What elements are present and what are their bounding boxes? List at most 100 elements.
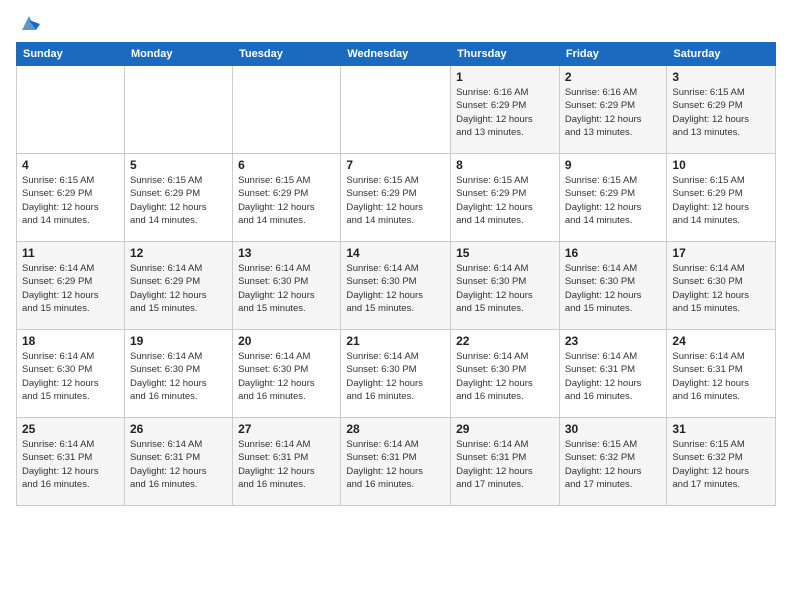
calendar-cell: 14 Sunrise: 6:14 AM Sunset: 6:30 PM Dayli… [341,242,451,330]
calendar-cell: 6 Sunrise: 6:15 AM Sunset: 6:29 PM Daylig… [233,154,341,242]
day-info: Sunrise: 6:16 AM Sunset: 6:29 PM Dayligh… [565,86,662,139]
day-number: 10 [672,158,770,172]
day-info: Sunrise: 6:15 AM Sunset: 6:29 PM Dayligh… [238,174,335,227]
day-info: Sunrise: 6:15 AM Sunset: 6:29 PM Dayligh… [22,174,119,227]
day-number: 25 [22,422,119,436]
day-info: Sunrise: 6:14 AM Sunset: 6:30 PM Dayligh… [672,262,770,315]
day-number: 21 [346,334,445,348]
day-info: Sunrise: 6:15 AM Sunset: 6:29 PM Dayligh… [130,174,227,227]
calendar-cell: 25 Sunrise: 6:14 AM Sunset: 6:31 PM Dayli… [17,418,125,506]
day-number: 28 [346,422,445,436]
day-number: 29 [456,422,554,436]
day-number: 1 [456,70,554,84]
day-number: 20 [238,334,335,348]
day-info: Sunrise: 6:15 AM Sunset: 6:29 PM Dayligh… [456,174,554,227]
day-info: Sunrise: 6:14 AM Sunset: 6:29 PM Dayligh… [22,262,119,315]
calendar-cell: 2 Sunrise: 6:16 AM Sunset: 6:29 PM Daylig… [559,66,667,154]
calendar-week-row: 1 Sunrise: 6:16 AM Sunset: 6:29 PM Daylig… [17,66,776,154]
calendar-cell: 20 Sunrise: 6:14 AM Sunset: 6:30 PM Dayli… [233,330,341,418]
calendar-cell: 29 Sunrise: 6:14 AM Sunset: 6:31 PM Dayli… [451,418,560,506]
calendar-week-row: 11 Sunrise: 6:14 AM Sunset: 6:29 PM Dayli… [17,242,776,330]
calendar-cell: 7 Sunrise: 6:15 AM Sunset: 6:29 PM Daylig… [341,154,451,242]
calendar-cell: 10 Sunrise: 6:15 AM Sunset: 6:29 PM Dayli… [667,154,776,242]
day-info: Sunrise: 6:15 AM Sunset: 6:29 PM Dayligh… [672,174,770,227]
day-info: Sunrise: 6:14 AM Sunset: 6:30 PM Dayligh… [238,350,335,403]
calendar-cell: 9 Sunrise: 6:15 AM Sunset: 6:29 PM Daylig… [559,154,667,242]
day-number: 16 [565,246,662,260]
logo [16,12,40,34]
header [16,12,776,34]
calendar-cell [233,66,341,154]
calendar-cell: 11 Sunrise: 6:14 AM Sunset: 6:29 PM Dayli… [17,242,125,330]
calendar-cell: 4Sunrise: 6:15 AM Sunset: 6:29 PM Daylig… [17,154,125,242]
day-number: 8 [456,158,554,172]
day-info: Sunrise: 6:14 AM Sunset: 6:30 PM Dayligh… [456,262,554,315]
day-number: 13 [238,246,335,260]
day-number: 9 [565,158,662,172]
calendar-cell: 28Sunrise: 6:14 AM Sunset: 6:31 PM Dayli… [341,418,451,506]
day-number: 17 [672,246,770,260]
calendar-cell: 21 Sunrise: 6:14 AM Sunset: 6:30 PM Dayli… [341,330,451,418]
day-info: Sunrise: 6:15 AM Sunset: 6:32 PM Dayligh… [565,438,662,491]
day-number: 31 [672,422,770,436]
calendar-cell: 18Sunrise: 6:14 AM Sunset: 6:30 PM Dayli… [17,330,125,418]
day-info: Sunrise: 6:14 AM Sunset: 6:30 PM Dayligh… [130,350,227,403]
calendar-cell: 23Sunrise: 6:14 AM Sunset: 6:31 PM Dayli… [559,330,667,418]
day-number: 18 [22,334,119,348]
calendar-cell: 22 Sunrise: 6:14 AM Sunset: 6:30 PM Dayli… [451,330,560,418]
calendar-cell: 16 Sunrise: 6:14 AM Sunset: 6:30 PM Dayli… [559,242,667,330]
calendar-cell: 30 Sunrise: 6:15 AM Sunset: 6:32 PM Dayli… [559,418,667,506]
calendar-cell: 19 Sunrise: 6:14 AM Sunset: 6:30 PM Dayli… [124,330,232,418]
day-info: Sunrise: 6:14 AM Sunset: 6:30 PM Dayligh… [346,262,445,315]
day-info: Sunrise: 6:15 AM Sunset: 6:32 PM Dayligh… [672,438,770,491]
calendar-cell: 27 Sunrise: 6:14 AM Sunset: 6:31 PM Dayli… [233,418,341,506]
calendar-cell: 3 Sunrise: 6:15 AM Sunset: 6:29 PM Daylig… [667,66,776,154]
day-number: 6 [238,158,335,172]
page: SundayMondayTuesdayWednesdayThursdayFrid… [0,0,792,612]
calendar-cell: 12 Sunrise: 6:14 AM Sunset: 6:29 PM Dayli… [124,242,232,330]
day-number: 7 [346,158,445,172]
calendar-table: SundayMondayTuesdayWednesdayThursdayFrid… [16,42,776,506]
day-info: Sunrise: 6:15 AM Sunset: 6:29 PM Dayligh… [565,174,662,227]
calendar-week-row: 25 Sunrise: 6:14 AM Sunset: 6:31 PM Dayli… [17,418,776,506]
day-info: Sunrise: 6:14 AM Sunset: 6:31 PM Dayligh… [565,350,662,403]
day-info: Sunrise: 6:14 AM Sunset: 6:31 PM Dayligh… [238,438,335,491]
day-info: Sunrise: 6:14 AM Sunset: 6:30 PM Dayligh… [565,262,662,315]
day-number: 11 [22,246,119,260]
weekday-header: Friday [559,43,667,66]
calendar-cell: 17 Sunrise: 6:14 AM Sunset: 6:30 PM Dayli… [667,242,776,330]
day-number: 14 [346,246,445,260]
day-info: Sunrise: 6:14 AM Sunset: 6:30 PM Dayligh… [238,262,335,315]
weekday-header: Sunday [17,43,125,66]
calendar-cell: 26 Sunrise: 6:14 AM Sunset: 6:31 PM Dayli… [124,418,232,506]
calendar-cell: 13 Sunrise: 6:14 AM Sunset: 6:30 PM Dayli… [233,242,341,330]
day-info: Sunrise: 6:14 AM Sunset: 6:30 PM Dayligh… [346,350,445,403]
day-number: 3 [672,70,770,84]
day-info: Sunrise: 6:15 AM Sunset: 6:29 PM Dayligh… [346,174,445,227]
day-info: Sunrise: 6:14 AM Sunset: 6:31 PM Dayligh… [130,438,227,491]
day-number: 19 [130,334,227,348]
day-info: Sunrise: 6:14 AM Sunset: 6:29 PM Dayligh… [130,262,227,315]
day-number: 12 [130,246,227,260]
day-number: 2 [565,70,662,84]
day-number: 26 [130,422,227,436]
day-number: 30 [565,422,662,436]
calendar-cell: 8 Sunrise: 6:15 AM Sunset: 6:29 PM Daylig… [451,154,560,242]
day-number: 5 [130,158,227,172]
calendar-cell [17,66,125,154]
day-number: 22 [456,334,554,348]
day-info: Sunrise: 6:14 AM Sunset: 6:31 PM Dayligh… [22,438,119,491]
calendar-week-row: 18 Sunrise: 6:14 AM Sunset: 6:30 PM Dayli… [17,330,776,418]
weekday-header: Wednesday [341,43,451,66]
calendar-cell [124,66,232,154]
day-info: Sunrise: 6:14 AM Sunset: 6:30 PM Dayligh… [456,350,554,403]
day-number: 15 [456,246,554,260]
day-info: Sunrise: 6:15 AM Sunset: 6:29 PM Dayligh… [672,86,770,139]
calendar-header-row: SundayMondayTuesdayWednesdayThursdayFrid… [17,43,776,66]
day-number: 27 [238,422,335,436]
day-info: Sunrise: 6:14 AM Sunset: 6:31 PM Dayligh… [456,438,554,491]
calendar-week-row: 4Sunrise: 6:15 AM Sunset: 6:29 PM Daylig… [17,154,776,242]
weekday-header: Saturday [667,43,776,66]
calendar-cell: 1Sunrise: 6:16 AM Sunset: 6:29 PM Daylig… [451,66,560,154]
calendar-cell: 5 Sunrise: 6:15 AM Sunset: 6:29 PM Daylig… [124,154,232,242]
